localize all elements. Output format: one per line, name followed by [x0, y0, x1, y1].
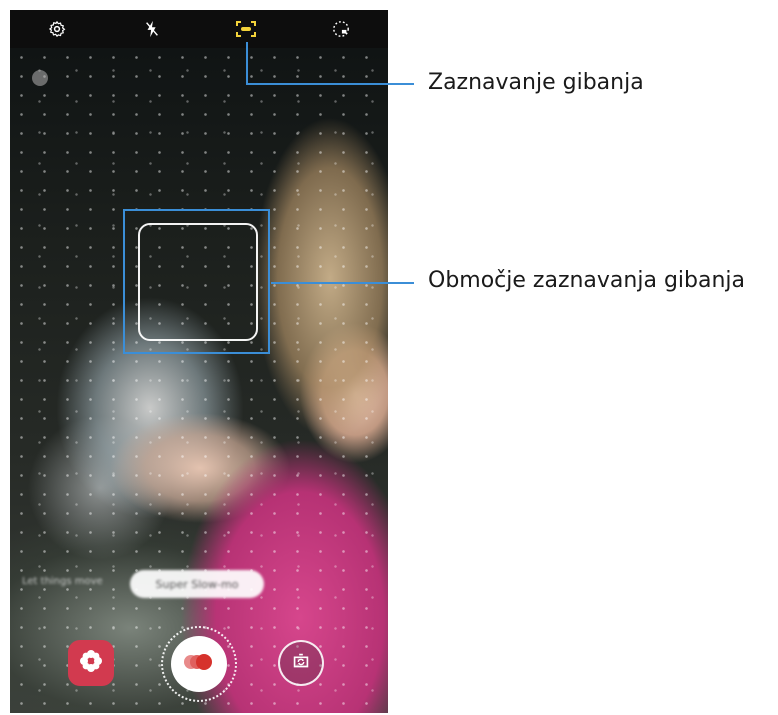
callout-label-motion-detection-area: Območje zaznavanja gibanja: [428, 268, 746, 293]
bixby-vision-icon: [78, 648, 104, 678]
water-droplets: [10, 48, 388, 713]
mode-pill[interactable]: Super Slow-mo: [130, 570, 264, 598]
timer-icon[interactable]: [327, 15, 355, 43]
flash-off-icon[interactable]: [138, 15, 166, 43]
camera-bottom-controls: [10, 626, 388, 702]
switch-camera-icon: [290, 650, 312, 676]
callout-line-motion-detection-vertical: [246, 42, 248, 84]
record-icon: [182, 653, 216, 675]
mode-pill-label: Super Slow-mo: [155, 577, 239, 591]
status-dot: [32, 70, 48, 86]
record-button[interactable]: [171, 636, 227, 692]
camera-top-bar: [10, 10, 388, 48]
callout-label-motion-detection: Zaznavanje gibanja: [428, 70, 644, 95]
settings-icon[interactable]: [43, 15, 71, 43]
page: Let things move Super Slow-mo Zaznavanje…: [0, 0, 778, 715]
bixby-vision-button[interactable]: [68, 640, 114, 686]
motion-detection-icon[interactable]: [232, 15, 260, 43]
callout-line-motion-detection-area: [271, 282, 414, 284]
switch-camera-button[interactable]: [278, 640, 324, 686]
phone-screen: Let things move Super Slow-mo: [10, 10, 388, 713]
motion-detection-box[interactable]: [138, 223, 258, 341]
callout-line-motion-detection-horizontal: [246, 83, 414, 85]
hint-text: Let things move: [22, 576, 103, 587]
